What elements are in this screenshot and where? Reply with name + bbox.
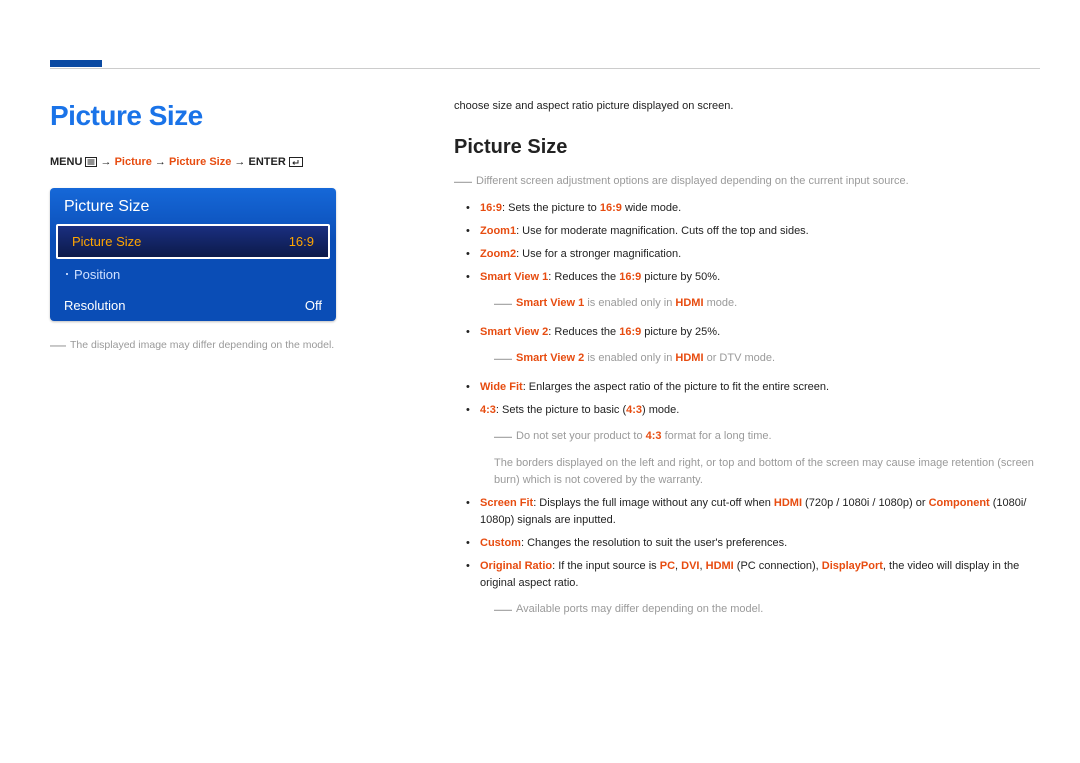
section-heading: Picture Size: [454, 136, 1040, 159]
osd-row-label: Position: [64, 267, 120, 282]
breadcrumb-menu: MENU: [50, 156, 82, 168]
sub-note: The borders displayed on the left and ri…: [480, 455, 1040, 489]
sub-note: ―Smart View 1 is enabled only in HDMI mo…: [480, 290, 1040, 318]
breadcrumb-picture-size: Picture Size: [169, 156, 231, 168]
list-item: Original Ratio: If the input source is P…: [480, 558, 1040, 624]
page-title: Picture Size: [50, 100, 420, 132]
image-disclaimer: ―The displayed image may differ dependin…: [50, 337, 420, 355]
options-list: 16:9: Sets the picture to 16:9 wide mode…: [454, 200, 1040, 624]
list-item: Smart View 1: Reduces the 16:9 picture b…: [480, 269, 1040, 318]
osd-row-resolution[interactable]: Resolution Off: [50, 290, 336, 321]
list-item: Screen Fit: Displays the full image with…: [480, 495, 1040, 529]
list-item: Wide Fit: Enlarges the aspect ratio of t…: [480, 379, 1040, 396]
osd-row-label: Resolution: [64, 298, 125, 313]
list-item: 4:3: Sets the picture to basic (4:3) mod…: [480, 402, 1040, 489]
osd-row-value: 16:9: [289, 234, 314, 249]
list-item: Zoom2: Use for a stronger magnification.: [480, 246, 1040, 263]
list-item: Custom: Changes the resolution to suit t…: [480, 535, 1040, 552]
menu-icon: [85, 157, 97, 170]
breadcrumb: MENU → Picture → Picture Size → ENTER: [50, 156, 420, 170]
breadcrumb-enter: ENTER: [248, 156, 285, 168]
top-note: ―Different screen adjustment options are…: [454, 171, 1040, 192]
osd-panel-title: Picture Size: [50, 188, 336, 224]
enter-icon: [289, 157, 303, 170]
list-item: 16:9: Sets the picture to 16:9 wide mode…: [480, 200, 1040, 217]
osd-row-label: Picture Size: [72, 234, 141, 249]
osd-row-position[interactable]: Position: [50, 259, 336, 290]
intro-text: choose size and aspect ratio picture dis…: [454, 100, 1040, 112]
sub-note: ―Available ports may differ depending on…: [480, 596, 1040, 624]
osd-panel: Picture Size Picture Size 16:9 Position …: [50, 188, 336, 321]
breadcrumb-picture: Picture: [115, 156, 152, 168]
sub-note: ―Do not set your product to 4:3 format f…: [480, 423, 1040, 451]
osd-row-value: Off: [305, 298, 322, 313]
list-item: Smart View 2: Reduces the 16:9 picture b…: [480, 324, 1040, 373]
sub-note: ―Smart View 2 is enabled only in HDMI or…: [480, 345, 1040, 373]
osd-row-picture-size[interactable]: Picture Size 16:9: [56, 224, 330, 259]
list-item: Zoom1: Use for moderate magnification. C…: [480, 223, 1040, 240]
